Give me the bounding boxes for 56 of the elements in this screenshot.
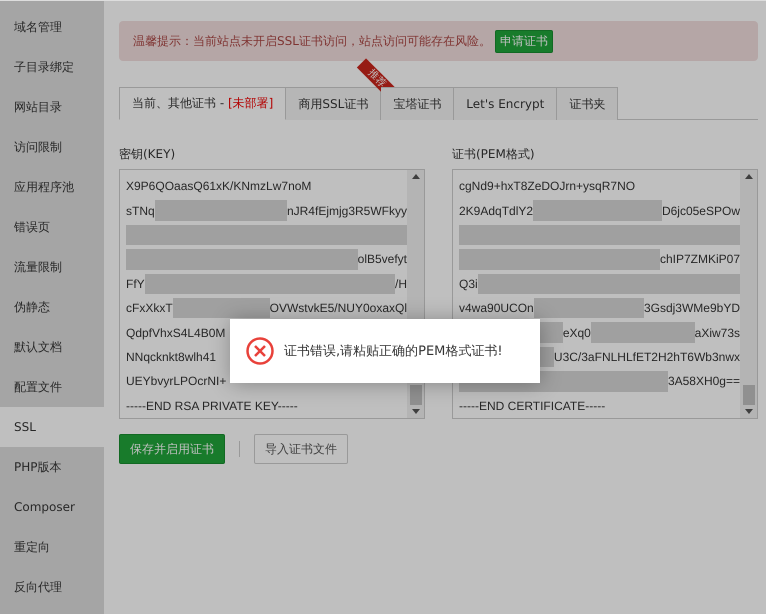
error-icon	[246, 337, 274, 365]
key-text: -----END RSA PRIVATE KEY-----	[126, 398, 298, 413]
key-text: cgNd9+hxT8ZeDOJrn+ysqR7NO	[459, 179, 636, 194]
tab[interactable]: Let's Encrypt	[454, 87, 558, 120]
key-text: NNqcknkt8wlh41	[126, 350, 216, 364]
warning-text: 温馨提示：当前站点未开启SSL证书访问，站点访问可能存在风险。	[133, 32, 491, 50]
key-text: UEYbvyrLPOcrNI+	[126, 374, 226, 388]
key-text: 3A58XH0g==	[668, 374, 740, 388]
tab[interactable]: 证书夹	[557, 87, 618, 120]
scroll-thumb[interactable]	[410, 385, 422, 405]
key-text: olB5vefyt	[358, 252, 407, 266]
key-text: /H	[395, 276, 407, 291]
key-text: D6jc05eSPOw	[662, 204, 740, 218]
scroll-up-icon[interactable]	[744, 174, 752, 179]
key-text: cFxXkxT	[126, 301, 173, 316]
key-text: chIP7ZMKiP07	[660, 252, 740, 266]
sidebar-item[interactable]: 重定向	[0, 527, 104, 567]
key-text: Q3i	[459, 276, 478, 291]
sidebar-item[interactable]: 错误页	[0, 207, 104, 247]
sidebar-item[interactable]: 域名管理	[0, 7, 104, 47]
sidebar-item[interactable]: 应用程序池	[0, 167, 104, 207]
key-text: U3C/3aFNLHLfET2H2hT6Wb3nwx	[554, 350, 740, 364]
sidebar-item[interactable]: 反向代理	[0, 567, 104, 607]
scroll-down-icon[interactable]	[412, 409, 420, 414]
key-text: 2K9AdqTdlY2	[459, 204, 534, 218]
key-text: -----END CERTIFICATE-----	[459, 398, 606, 413]
sidebar-item[interactable]: 子目录绑定	[0, 47, 104, 87]
sidebar-item[interactable]: SSL	[0, 407, 104, 447]
sidebar-item[interactable]: 配置文件	[0, 367, 104, 407]
key-text: 3Gsdj3WMe9bYD	[644, 301, 740, 316]
sidebar-item[interactable]: 访问限制	[0, 127, 104, 167]
field-label: 密钥(KEY)	[119, 146, 176, 163]
key-text: sTNq	[126, 204, 155, 218]
scroll-up-icon[interactable]	[412, 174, 420, 179]
key-text: FfY	[126, 276, 145, 291]
key-text: OVWstvkE5/NUY0oxaxQl	[270, 301, 407, 316]
scroll-thumb[interactable]	[742, 385, 754, 405]
sidebar-item[interactable]: 伪静态	[0, 287, 104, 327]
key-text: aXiw73s	[694, 326, 740, 340]
tab[interactable]: 商用SSL证书	[286, 87, 382, 120]
key-text: eXq0	[562, 326, 591, 340]
import-button[interactable]: 导入证书文件	[254, 434, 348, 464]
scroll-down-icon[interactable]	[744, 409, 752, 414]
sidebar-item[interactable]: PHP版本	[0, 447, 104, 487]
sidebar-item[interactable]: 流量限制	[0, 247, 104, 287]
key-text: QdpfVhxS4L4B0M	[126, 326, 226, 340]
sidebar-item[interactable]: 默认文档	[0, 327, 104, 367]
sidebar-item[interactable]: 网站目录	[0, 87, 104, 127]
tab[interactable]: 宝塔证书	[381, 87, 454, 120]
key-text: nJR4fEjmjg3R5WFkyy	[286, 204, 407, 218]
key-text: v4wa90UCOn	[459, 301, 534, 316]
scrollbar[interactable]	[740, 170, 757, 418]
key-text: X9P6QOaasQ61xK/KNmzLw7noM	[126, 179, 312, 194]
tab[interactable]: 当前、其他证书 - [未部署]	[119, 87, 286, 120]
field-label: 证书(PEM格式)	[452, 146, 536, 163]
sidebar-item[interactable]: Composer	[0, 487, 104, 527]
